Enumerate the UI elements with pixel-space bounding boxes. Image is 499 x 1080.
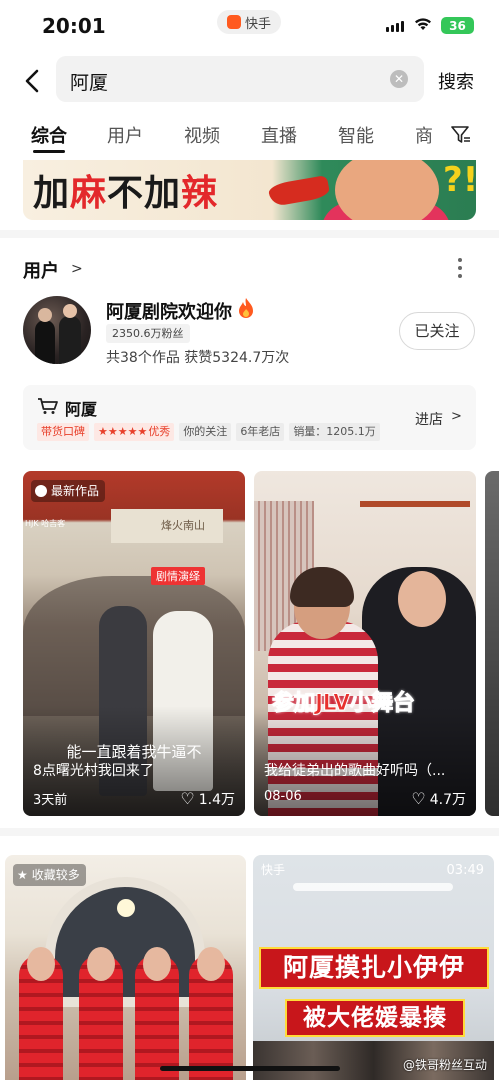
latest-work-tag: 最新作品 [31, 480, 106, 502]
video-cover-title-line1: 阿厦摸扎小伊伊 [259, 947, 489, 989]
fire-icon [239, 298, 253, 318]
video-cover-title-line2: 被大佬媛暴揍 [285, 999, 465, 1037]
banner-text: 加麻不加辣 [33, 173, 219, 214]
video-card[interactable]: 烽火南山 HJK 哈吉客 剧情演绎 最新作品 能一直跟着我牛逼不 8点曙光村我回… [23, 471, 245, 816]
your-follow-tag: 你的关注 [179, 422, 232, 441]
shop-tags: 带货口碑 ★★★★★ 优秀 你的关注 6年老店 销量：1205.1万 [37, 422, 380, 441]
video-title: 我给徒弟出的歌曲好听吗（... [264, 763, 446, 779]
koubei-tag: 带货口碑 [37, 422, 89, 441]
video-overlay-title: 参加JLV小舞台 [271, 691, 415, 717]
more-options-icon[interactable] [458, 258, 464, 278]
tab-videos[interactable]: 视频 [184, 122, 220, 148]
video-card[interactable]: 参加JLV小舞台 我给徒弟出的歌曲好听吗（... 08-06 ♡ 4.7万 [254, 471, 476, 816]
star-icon: ★ [17, 868, 28, 882]
heart-icon: ♡ [411, 789, 426, 808]
video-date: 3天前 [33, 793, 68, 808]
shop-name: 阿厦 [65, 400, 98, 419]
clock-icon [35, 485, 47, 497]
banner-question-marks: ?! [443, 160, 476, 200]
video-subtitle: 能一直跟着我牛逼不 [66, 743, 202, 761]
tab-shop[interactable]: 商 [415, 122, 433, 148]
section-divider [0, 828, 499, 836]
app-indicator-pill[interactable]: 快手 [217, 10, 281, 34]
app-name: 快手 [244, 16, 271, 32]
enter-shop-link[interactable]: 进店 [415, 409, 443, 429]
user-stats: 共38个作品 获赞5324.7万次 [106, 350, 290, 366]
search-header: 阿厦 ✕ 搜索 [0, 52, 499, 112]
filter-icon[interactable] [450, 124, 472, 146]
follow-button[interactable]: 已关注 [399, 312, 475, 350]
fans-count-badge: 2350.6万粉丝 [106, 324, 190, 343]
video-duration: 03:49 [446, 863, 484, 878]
corner-logo: HJK 哈吉客 [25, 519, 66, 528]
users-section-title[interactable]: 用户 [23, 257, 59, 283]
tab-users[interactable]: 用户 [107, 122, 143, 148]
wifi-icon [415, 18, 431, 30]
video-likes: ♡ 1.4万 [180, 789, 235, 809]
battery-level: 36 [449, 18, 466, 33]
search-input[interactable]: 阿厦 ✕ [56, 56, 424, 102]
favorites-tag: ★ 收藏较多 [13, 864, 86, 886]
video-date: 08-06 [264, 789, 302, 804]
avatar[interactable] [23, 296, 91, 364]
rating-word: 优秀 [148, 424, 171, 438]
kuaishou-logo-icon [226, 15, 241, 29]
status-bar: 20:01 快手 36 [0, 0, 499, 52]
active-tab-indicator [33, 150, 65, 153]
star-rating-icon: ★★★★★ [98, 424, 148, 438]
back-arrow-icon[interactable] [20, 66, 46, 96]
video-card-partial[interactable] [485, 471, 499, 816]
user-name[interactable]: 阿厦剧院欢迎你 [106, 298, 232, 324]
kuaishou-watermark: 快手 [261, 863, 286, 877]
result-tabs: 综合 用户 视频 直播 智能 商 [0, 118, 499, 154]
video-card[interactable]: ★ 收藏较多 [5, 855, 246, 1080]
chevron-right-icon[interactable]: > [451, 409, 462, 424]
chevron-right-icon[interactable]: > [71, 261, 83, 277]
section-divider [0, 230, 499, 238]
promo-banner[interactable]: 加麻不加辣 ?! [23, 160, 476, 220]
store-age-tag: 6年老店 [236, 422, 285, 441]
rating-tag: ★★★★★ 优秀 [94, 422, 175, 441]
person-face-image [335, 160, 439, 220]
tab-live[interactable]: 直播 [261, 122, 297, 148]
tab-smart[interactable]: 智能 [338, 122, 374, 148]
overlay-badge: 剧情演绎 [151, 567, 205, 585]
clothes-rack-image [360, 501, 470, 507]
battery-icon: 36 [441, 17, 474, 34]
shopping-cart-icon [38, 398, 58, 414]
search-button[interactable]: 搜索 [438, 68, 474, 94]
clear-circle-icon[interactable]: ✕ [390, 70, 408, 88]
video-likes: ♡ 4.7万 [411, 789, 466, 809]
heart-icon: ♡ [180, 789, 195, 808]
arch-doorway-image [45, 877, 205, 1007]
cellular-signal-icon [386, 21, 404, 32]
search-query-text: 阿厦 [70, 72, 109, 94]
weibo-watermark: @铁哥粉丝互动 [403, 1058, 488, 1072]
home-indicator[interactable] [160, 1066, 340, 1071]
chili-pepper-image [267, 174, 331, 208]
sales-tag: 销量：1205.1万 [289, 422, 380, 441]
gate-sign-text: 烽火南山 [161, 519, 205, 532]
shop-card[interactable]: 阿厦 进店 > 带货口碑 ★★★★★ 优秀 你的关注 6年老店 销量：1205.… [23, 385, 476, 450]
video-title: 8点曙光村我回来了 [33, 763, 154, 779]
tab-all[interactable]: 综合 [31, 122, 67, 148]
video-card[interactable]: 快手 03:49 阿厦摸扎小伊伊 被大佬媛暴揍 [253, 855, 494, 1080]
status-time: 20:01 [42, 14, 106, 38]
